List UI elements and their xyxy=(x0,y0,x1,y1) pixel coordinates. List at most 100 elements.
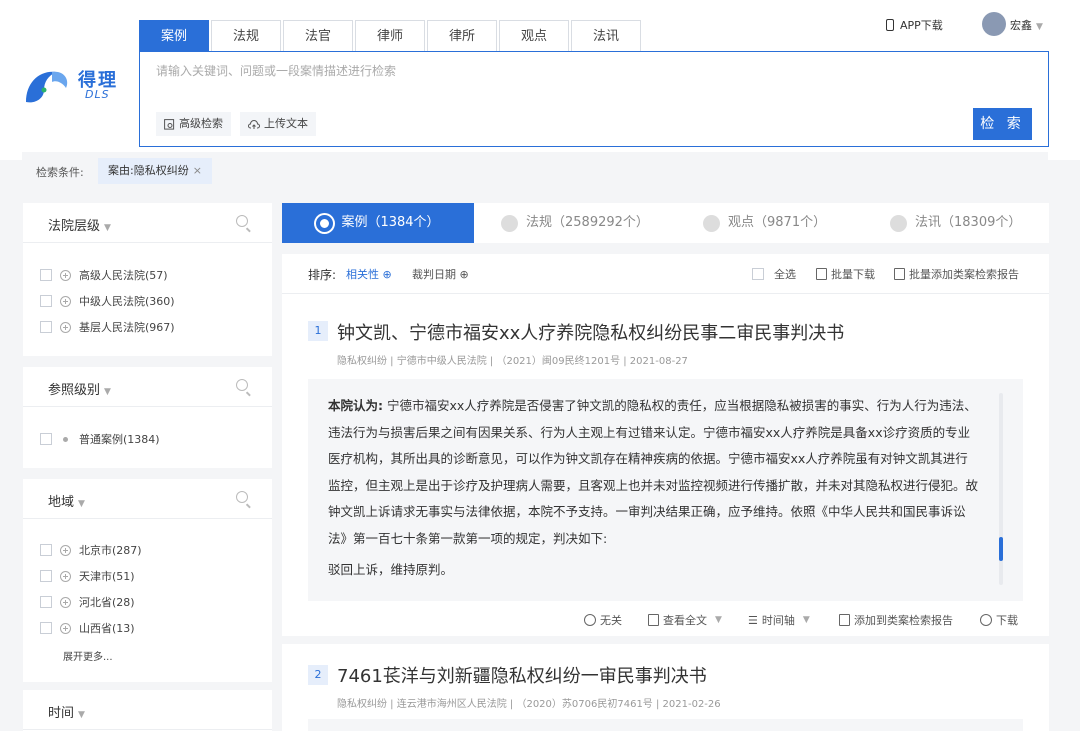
facet-item[interactable]: 北京市(287) xyxy=(40,542,142,558)
sort-judgment-date[interactable]: 裁判日期 ⊕ xyxy=(412,266,469,282)
tab-lawyer[interactable]: 律师 xyxy=(355,20,425,52)
facet-panel-header: 参照级别 ▼ xyxy=(23,367,272,407)
facet-panel-header: 时间 ▼ xyxy=(23,690,272,730)
expand-plus-icon[interactable] xyxy=(60,570,71,582)
checkbox[interactable] xyxy=(40,321,52,333)
search-submit-button[interactable]: 检 索 xyxy=(973,108,1032,140)
checkbox[interactable] xyxy=(40,269,52,281)
username-menu[interactable]: 宏鑫 ▼ xyxy=(1010,17,1043,33)
checkbox[interactable] xyxy=(40,544,52,556)
filter-label: 检索条件: xyxy=(36,166,84,179)
app-download-label: APP下载 xyxy=(900,19,943,32)
upload-text-button[interactable]: 上传文本 xyxy=(240,112,316,136)
result-verdict: 驳回上诉，维持原判。 xyxy=(328,562,454,577)
upload-text-label: 上传文本 xyxy=(264,117,308,130)
advanced-search-button[interactable]: 高级检索 xyxy=(156,112,231,136)
batch-download-button[interactable]: 批量下载 xyxy=(816,266,875,282)
result-tab-news[interactable]: 法讯（18309个） xyxy=(890,203,1021,243)
search-icon[interactable] xyxy=(236,491,248,503)
action-label: 无关 xyxy=(600,614,622,627)
view-full-text-button[interactable]: 查看全文 ▼ xyxy=(648,612,722,628)
tab-lawfirm[interactable]: 律所 xyxy=(427,20,497,52)
add-to-report-button[interactable]: 添加到类案检索报告 xyxy=(839,612,953,628)
download-button[interactable]: 下载 xyxy=(980,612,1018,628)
chevron-down-icon: ▼ xyxy=(715,615,722,625)
result-meta: 隐私权纠纷 | 宁德市中级人民法院 | （2021）闽09民终1201号 | 2… xyxy=(337,356,688,367)
result-tab-label: 观点（9871个） xyxy=(728,215,827,230)
search-icon[interactable] xyxy=(236,215,248,227)
facet-panel-reference-level: 参照级别 ▼ 普通案例(1384) xyxy=(23,367,272,468)
radio-icon xyxy=(703,214,720,232)
result-meta: 隐私权纠纷 | 连云港市海州区人民法院 | （2020）苏0706民初7461号… xyxy=(337,699,721,710)
facet-item-label: 高级人民法院(57) xyxy=(79,269,168,282)
checkbox[interactable] xyxy=(40,622,52,634)
result-tab-case[interactable]: 案例（1384个） xyxy=(282,203,474,243)
expand-plus-icon[interactable] xyxy=(60,269,71,281)
filter-chip-label: 案由:隐私权纠纷 xyxy=(108,164,189,177)
chevron-down-icon: ▼ xyxy=(104,223,111,233)
facet-item-label: 中级人民法院(360) xyxy=(79,295,175,308)
facet-title[interactable]: 地域 ▼ xyxy=(48,491,85,510)
checkbox[interactable] xyxy=(40,295,52,307)
tab-viewpoint[interactable]: 观点 xyxy=(499,20,569,52)
chevron-down-icon: ▼ xyxy=(78,499,85,509)
tab-judge[interactable]: 法官 xyxy=(283,20,353,52)
checkbox[interactable] xyxy=(40,596,52,608)
excerpt-scrollbar[interactable] xyxy=(999,393,1003,585)
search-icon[interactable] xyxy=(236,379,248,391)
app-download-link[interactable]: APP下载 xyxy=(886,17,943,33)
result-type-tabs: 案例（1384个） 法规（2589292个） 观点（9871个） 法讯（1830… xyxy=(282,203,1049,243)
result-tab-law[interactable]: 法规（2589292个） xyxy=(501,203,649,243)
expand-plus-icon[interactable] xyxy=(60,596,71,608)
facet-item[interactable]: 中级人民法院(360) xyxy=(40,293,175,309)
facet-item[interactable]: 普通案例(1384) xyxy=(40,431,160,447)
mark-irrelevant-button[interactable]: 无关 xyxy=(584,612,622,628)
facet-title[interactable]: 时间 ▼ xyxy=(48,702,85,721)
facet-item[interactable]: 高级人民法院(57) xyxy=(40,267,168,283)
result-tab-viewpoint[interactable]: 观点（9871个） xyxy=(703,203,826,243)
tab-news[interactable]: 法讯 xyxy=(571,20,641,52)
facet-item-label: 天津市(51) xyxy=(79,570,135,583)
avatar[interactable] xyxy=(982,12,1006,36)
checkbox[interactable] xyxy=(40,433,52,445)
result-title[interactable]: 7461苌洋与刘新疆隐私权纠纷一审民事判决书 xyxy=(337,662,707,688)
sort-relevance[interactable]: 相关性 ⊕ xyxy=(346,266,392,282)
select-all[interactable]: 全选 xyxy=(752,266,796,282)
expand-plus-icon[interactable] xyxy=(60,321,71,333)
upload-cloud-icon xyxy=(248,119,260,129)
opinion-label: 本院认为: xyxy=(328,398,383,413)
result-excerpt xyxy=(308,719,1023,731)
header: 得理 DLS 案例 法规 法官 律师 律所 观点 法讯 高级检索 上传文本 检 … xyxy=(0,0,1080,160)
result-title[interactable]: 钟文凯、宁德市福安xx人疗养院隐私权纠纷民事二审民事判决书 xyxy=(337,319,844,345)
chevron-down-icon: ▼ xyxy=(104,387,111,397)
search-input[interactable] xyxy=(156,64,976,78)
facet-item[interactable]: 基层人民法院(967) xyxy=(40,319,175,335)
facet-title[interactable]: 法院层级 ▼ xyxy=(48,215,111,234)
facet-item[interactable]: 天津市(51) xyxy=(40,568,135,584)
bullet-icon xyxy=(60,434,71,445)
facet-item[interactable]: 山西省(13) xyxy=(40,620,135,636)
expand-plus-icon[interactable] xyxy=(60,622,71,634)
checkbox[interactable] xyxy=(752,268,764,280)
facet-item-label: 普通案例(1384) xyxy=(79,433,160,446)
scrollbar-thumb[interactable] xyxy=(999,537,1003,561)
result-tab-label: 法规（2589292个） xyxy=(526,215,649,230)
filter-chip[interactable]: 案由:隐私权纠纷 × xyxy=(98,158,212,184)
tab-case[interactable]: 案例 xyxy=(139,20,209,52)
sort-down-icon: ⊕ xyxy=(459,268,469,281)
timeline-button[interactable]: ☰ 时间轴 ▼ xyxy=(748,612,810,628)
result-opinion: 本院认为: 宁德市福安xx人疗养院是否侵害了钟文凯的隐私权的责任，应当根据隐私被… xyxy=(328,393,978,552)
report-icon xyxy=(839,614,850,626)
expand-plus-icon[interactable] xyxy=(60,544,71,556)
expand-more-link[interactable]: 展开更多... xyxy=(63,648,113,663)
facet-panel-time: 时间 ▼ xyxy=(23,690,272,731)
radio-icon xyxy=(890,214,907,232)
checkbox[interactable] xyxy=(40,570,52,582)
facet-title[interactable]: 参照级别 ▼ xyxy=(48,379,111,398)
batch-add-report-button[interactable]: 批量添加类案检索报告 xyxy=(894,266,1019,282)
close-icon[interactable]: × xyxy=(193,164,202,177)
tab-law[interactable]: 法规 xyxy=(211,20,281,52)
expand-plus-icon[interactable] xyxy=(60,295,71,307)
facet-item[interactable]: 河北省(28) xyxy=(40,594,135,610)
logo[interactable]: 得理 DLS xyxy=(22,64,122,106)
